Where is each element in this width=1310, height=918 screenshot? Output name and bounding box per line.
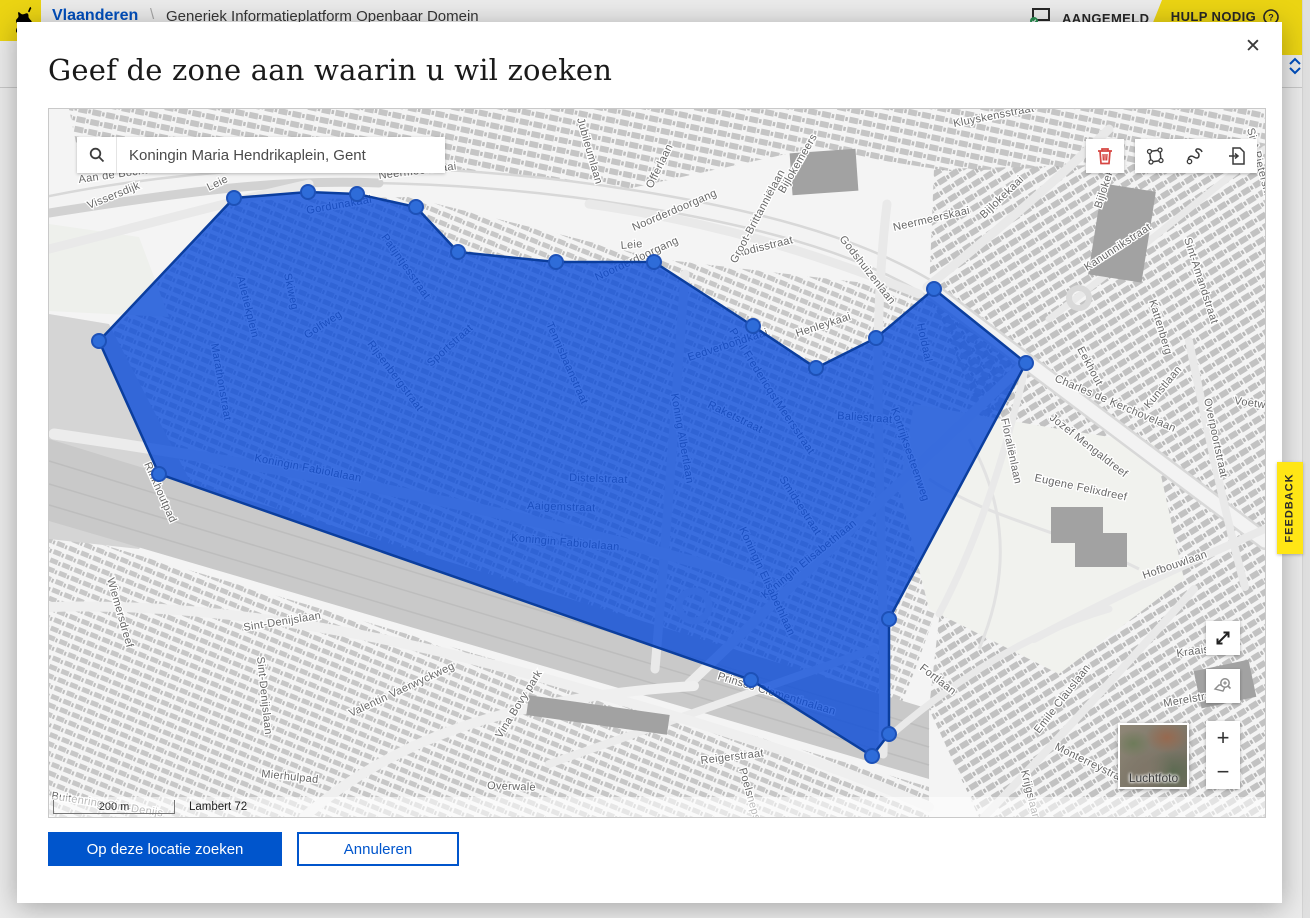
polygon-vertex[interactable] — [809, 361, 823, 375]
street-label: Leie — [620, 238, 643, 252]
polygon-vertex[interactable] — [409, 200, 423, 214]
polygon-vertex[interactable] — [451, 245, 465, 259]
draw-polygon-icon — [1145, 146, 1165, 166]
polygon-vertex[interactable] — [882, 612, 896, 626]
fullscreen-icon — [1214, 629, 1232, 647]
search-location-button[interactable]: Op deze locatie zoeken — [48, 832, 282, 866]
polygon-vertex[interactable] — [92, 334, 106, 348]
polygon-vertex[interactable] — [549, 255, 563, 269]
draw-freehand-button[interactable] — [1177, 139, 1215, 173]
scale-label: 200 m — [99, 801, 130, 813]
street-label: Overwale — [487, 780, 536, 794]
close-icon[interactable]: ✕ — [1236, 30, 1270, 64]
delete-drawing-button[interactable] — [1086, 139, 1124, 173]
polygon-vertex[interactable] — [746, 319, 760, 333]
projection-label: Lambert 72 — [189, 801, 247, 813]
feedback-tab[interactable]: FEEDBACK — [1277, 462, 1303, 554]
map-search-box — [77, 137, 445, 173]
zoom-out-button[interactable]: − — [1206, 755, 1240, 789]
polygon-vertex[interactable] — [927, 282, 941, 296]
layer-switcher-luchtfoto[interactable]: Luchtfoto — [1118, 723, 1189, 789]
polygon-vertex[interactable] — [152, 467, 166, 481]
toolbar-draw-box — [1135, 139, 1257, 173]
fullscreen-button[interactable] — [1206, 621, 1240, 655]
map-canvas[interactable]: Aan de BochtVissersdijkLeieLeieNeermeers… — [49, 109, 1265, 817]
location-search-input[interactable] — [117, 137, 445, 173]
modal-title: Geef de zone aan waarin u wil zoeken — [48, 53, 612, 87]
import-geometry-button[interactable] — [1218, 139, 1256, 173]
polygon-vertex[interactable] — [301, 185, 315, 199]
polygon-vertex[interactable] — [1019, 356, 1033, 370]
zoom-controls: + − — [1206, 721, 1240, 789]
trash-icon — [1097, 147, 1113, 165]
polygon-vertex[interactable] — [869, 331, 883, 345]
feedback-label: FEEDBACK — [1284, 473, 1296, 542]
polygon-vertex[interactable] — [882, 727, 896, 741]
polygon-vertex[interactable] — [865, 749, 879, 763]
import-geometry-icon — [1228, 146, 1246, 166]
polygon-vertex[interactable] — [647, 255, 661, 269]
polygon-vertex[interactable] — [350, 187, 364, 201]
zoom-to-extent-button[interactable] — [1206, 669, 1240, 703]
draw-freehand-icon — [1186, 146, 1206, 166]
polygon-vertex[interactable] — [227, 191, 241, 205]
polygon-vertex[interactable] — [744, 673, 758, 687]
toolbar-delete-box — [1086, 139, 1124, 173]
zoom-in-button[interactable]: + — [1206, 721, 1240, 755]
zoom-to-extent-icon — [1213, 676, 1233, 696]
zone-selection-modal: ✕ Geef de zone aan waarin u wil zoeken — [17, 22, 1282, 903]
draw-polygon-button[interactable] — [1136, 139, 1174, 173]
search-icon — [77, 137, 117, 173]
layer-switcher-label: Luchtfoto — [1120, 771, 1187, 785]
map-container[interactable]: Aan de BochtVissersdijkLeieLeieNeermeers… — [48, 108, 1266, 818]
scale-line: 200 m — [53, 800, 175, 814]
cancel-button[interactable]: Annuleren — [297, 832, 459, 866]
